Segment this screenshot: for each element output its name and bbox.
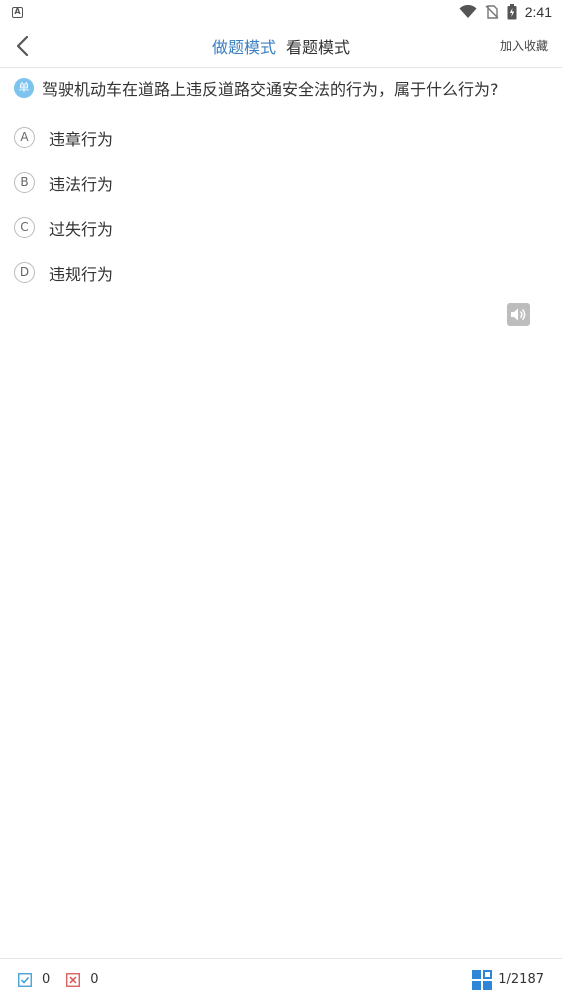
no-sim-icon [485,5,499,19]
option-text: 过失行为 [49,219,114,239]
option-letter: A [14,127,35,148]
correct-count: 0 [42,972,51,987]
screen: A 2:41 做题模式 看题模式 加入收藏 单 驾驶机动车在道路上违反道路交通安… [0,0,562,1000]
option-letter: D [14,262,35,283]
option-text: 违规行为 [49,264,114,284]
option-letter: C [14,217,35,238]
mode-tabs: 做题模式 看题模式 [0,24,562,68]
question-text: 驾驶机动车在道路上违反道路交通安全法的行为，属于什么行为? [42,80,499,99]
option-b[interactable]: B 违法行为 [14,160,514,205]
correct-stat: 0 [18,972,50,987]
read-aloud-button[interactable] [507,303,530,326]
tab-review-mode[interactable]: 看题模式 [286,34,350,58]
option-text: 违法行为 [49,174,114,194]
wrong-stat: 0 [66,972,99,987]
app-header: 做题模式 看题模式 加入收藏 [0,24,562,68]
back-button[interactable] [10,32,38,60]
question-index-button[interactable]: 1/2187 [472,969,544,990]
battery-charging-icon [507,4,517,20]
answer-options: A 违章行为 B 违法行为 C 过失行为 D 违规行为 [14,115,514,295]
option-letter: B [14,172,35,193]
tab-practice-mode[interactable]: 做题模式 [212,34,276,58]
question-progress: 1/2187 [498,972,544,987]
wrong-count: 0 [90,972,99,987]
speaker-icon [511,308,526,321]
question-type-badge: 单 [14,78,34,98]
cross-box-icon [66,972,81,987]
wifi-icon [459,5,477,18]
back-arrow-icon [16,35,29,57]
option-d[interactable]: D 违规行为 [14,250,514,295]
option-text: 违章行为 [49,129,114,149]
grid-icon [472,969,493,990]
status-time: 2:41 [524,4,552,20]
status-bar: A 2:41 [0,0,562,24]
bottom-bar: 0 0 1/2187 [0,958,562,1000]
option-a[interactable]: A 违章行为 [14,115,514,160]
check-box-icon [18,972,32,987]
notification-icon: A [12,6,23,18]
question-stem: 单 驾驶机动车在道路上违反道路交通安全法的行为，属于什么行为? [14,76,554,100]
option-c[interactable]: C 过失行为 [14,205,514,250]
add-favorite-button[interactable]: 加入收藏 [500,37,548,54]
